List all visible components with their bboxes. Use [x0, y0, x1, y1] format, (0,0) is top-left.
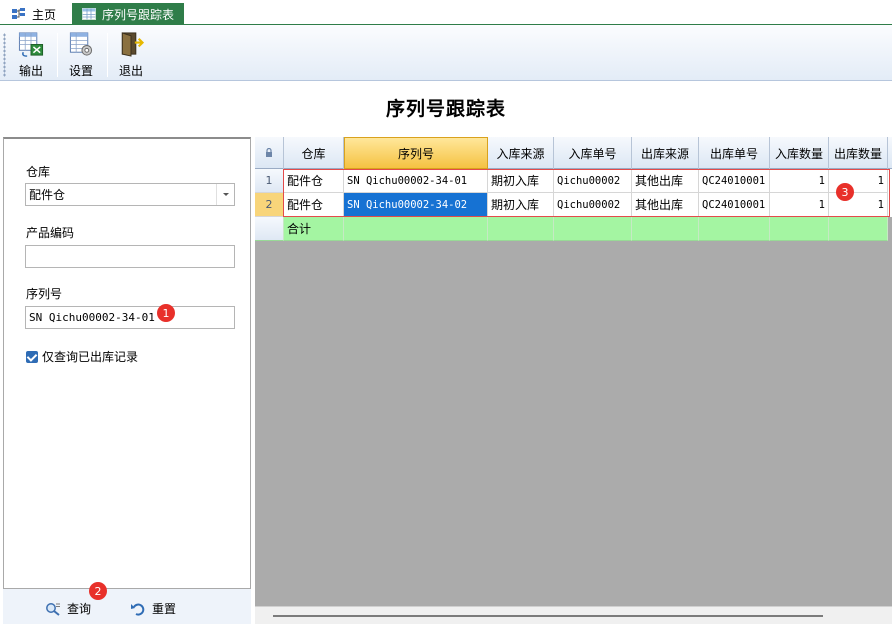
tab-serial-tracking[interactable]: 序列号跟踪表	[72, 3, 185, 25]
cell-in-qty[interactable]: 1	[770, 169, 829, 193]
column-header[interactable]: 出库数量	[829, 137, 888, 169]
toolbar-grip[interactable]	[3, 33, 6, 77]
serial-label: 序列号	[26, 287, 63, 301]
callout-badge-3: 3	[836, 183, 854, 201]
summary-cell	[770, 217, 829, 241]
only-outbound-checkbox-row[interactable]: 仅查询已出库记录	[26, 348, 138, 365]
summary-cell	[554, 217, 632, 241]
query-label: 查询	[67, 602, 92, 616]
cell-warehouse[interactable]: 配件仓	[284, 193, 344, 217]
summary-cell	[488, 217, 554, 241]
app-window: 主页 序列号跟踪表 输出 设置 退出 序列号跟踪表 仓库 配件仓 产品编码 序列…	[0, 0, 892, 624]
undo-icon	[131, 603, 145, 616]
exit-door-icon	[121, 32, 145, 57]
product-code-input[interactable]	[25, 245, 235, 268]
callout-badge-1: 1	[157, 304, 175, 322]
only-outbound-label: 仅查询已出库记录	[42, 350, 139, 364]
summary-cell	[829, 217, 888, 241]
serial-input[interactable]: SN Qichu00002-34-01	[25, 306, 235, 329]
search-icon	[46, 602, 60, 616]
warehouse-select[interactable]: 配件仓	[25, 183, 235, 206]
cell-out-no[interactable]: QC24010001	[699, 169, 770, 193]
grid-header: 仓库 序列号 入库来源 入库单号 出库来源 出库单号 入库数量 出库数量	[255, 137, 892, 169]
table-row[interactable]: 2 配件仓 SN Qichu00002-34-02 期初入库 Qichu0000…	[255, 193, 892, 217]
horizontal-scrollbar[interactable]	[255, 606, 892, 624]
column-header[interactable]: 出库单号	[699, 137, 770, 169]
reset-button[interactable]: 重置	[130, 600, 176, 617]
cell-in-qty[interactable]: 1	[770, 193, 829, 217]
warehouse-value: 配件仓	[29, 188, 66, 202]
results-grid: 仓库 序列号 入库来源 入库单号 出库来源 出库单号 入库数量 出库数量 1 配…	[255, 137, 892, 624]
cell-warehouse[interactable]: 配件仓	[284, 169, 344, 193]
column-header[interactable]: 入库来源	[488, 137, 554, 169]
export-excel-icon	[18, 32, 44, 57]
exit-label: 退出	[118, 64, 143, 78]
export-label: 输出	[18, 64, 43, 78]
cell-in-source[interactable]: 期初入库	[488, 169, 554, 193]
cell-serial-selected[interactable]: SN Qichu00002-34-02	[344, 193, 488, 217]
column-header-selected[interactable]: 序列号	[344, 137, 488, 169]
query-button[interactable]: 查询	[45, 600, 91, 617]
warehouse-label: 仓库	[26, 165, 51, 179]
row-number[interactable]: 2	[255, 193, 284, 217]
tab-home-label: 主页	[32, 7, 57, 22]
cell-in-no[interactable]: Qichu00002	[554, 193, 632, 217]
home-tree-icon	[12, 8, 25, 19]
filter-actions-bar: 查询 重置	[3, 589, 251, 624]
summary-cell	[699, 217, 770, 241]
settings-table-icon	[69, 32, 93, 56]
page-title: 序列号跟踪表	[385, 98, 506, 120]
row-number[interactable]: 1	[255, 169, 284, 193]
settings-label: 设置	[68, 64, 93, 78]
tab-serial-tracking-label: 序列号跟踪表	[102, 7, 175, 22]
toolbar-separator	[107, 33, 108, 77]
product-code-label: 产品编码	[26, 226, 75, 240]
cell-out-no[interactable]: QC24010001	[699, 193, 770, 217]
export-button[interactable]: 输出	[9, 29, 53, 79]
table-icon	[82, 8, 96, 20]
dropdown-button[interactable]	[216, 184, 234, 205]
column-header[interactable]: 仓库	[284, 137, 344, 169]
lock-icon	[266, 148, 272, 157]
column-header[interactable]: 入库单号	[554, 137, 632, 169]
cell-serial[interactable]: SN Qichu00002-34-01	[344, 169, 488, 193]
tab-home[interactable]: 主页	[4, 3, 64, 25]
summary-cell	[632, 217, 699, 241]
scrollbar-thumb[interactable]	[273, 615, 823, 617]
checkbox-checked-icon[interactable]	[26, 350, 38, 363]
column-header[interactable]: 出库来源	[632, 137, 699, 169]
chevron-down-icon	[222, 193, 229, 196]
grid-corner[interactable]	[255, 137, 284, 169]
row-number	[255, 217, 284, 241]
cell-in-no[interactable]: Qichu00002	[554, 169, 632, 193]
toolbar: 输出 设置 退出	[0, 25, 892, 81]
summary-label: 合计	[284, 217, 344, 241]
reset-label: 重置	[152, 602, 177, 616]
cell-out-source[interactable]: 其他出库	[632, 169, 699, 193]
table-row[interactable]: 1 配件仓 SN Qichu00002-34-01 期初入库 Qichu0000…	[255, 169, 892, 193]
filter-panel: 仓库 配件仓 产品编码 序列号 SN Qichu00002-34-01 仅查询已…	[3, 137, 251, 589]
exit-button[interactable]: 退出	[109, 29, 153, 79]
callout-badge-2: 2	[89, 582, 107, 600]
toolbar-separator	[57, 33, 58, 77]
cell-in-source[interactable]: 期初入库	[488, 193, 554, 217]
serial-value: SN Qichu00002-34-01	[29, 311, 155, 324]
cell-out-source[interactable]: 其他出库	[632, 193, 699, 217]
settings-button[interactable]: 设置	[59, 29, 103, 79]
summary-cell	[344, 217, 488, 241]
summary-row: 合计	[255, 217, 892, 241]
column-header[interactable]: 入库数量	[770, 137, 829, 169]
tab-bar: 主页 序列号跟踪表	[0, 0, 892, 25]
